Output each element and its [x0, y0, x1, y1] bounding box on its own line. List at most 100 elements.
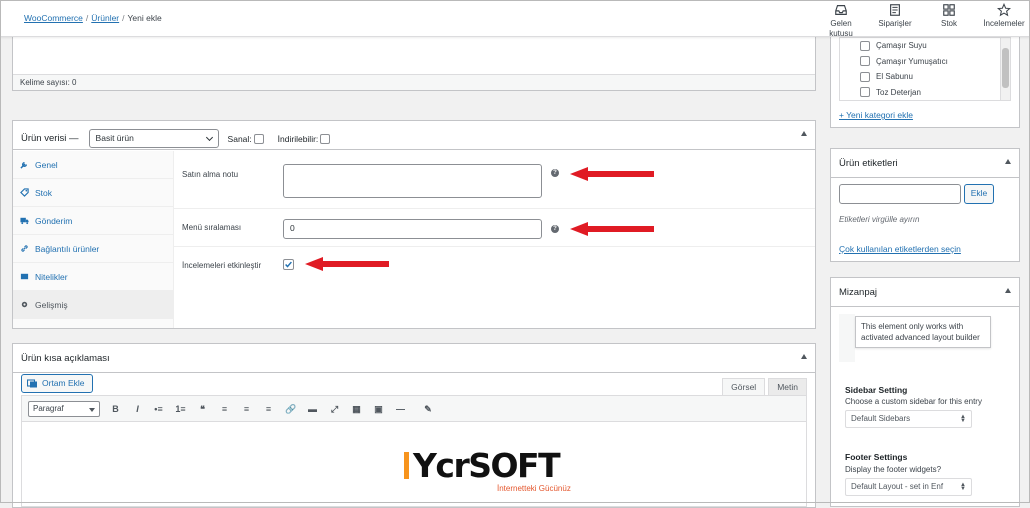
topnav-stock[interactable]: Stok	[926, 3, 972, 29]
align-left-icon[interactable]: ≡	[219, 404, 230, 415]
read-more-icon[interactable]: ▬	[307, 404, 318, 415]
category-checkbox[interactable]	[860, 71, 870, 82]
help-tip-icon[interactable]: ?	[551, 169, 559, 177]
italic-icon[interactable]: I	[132, 404, 143, 415]
layout-title: Mizanpaj	[839, 287, 878, 298]
tab-linked-products[interactable]: Bağlantılı ürünler	[13, 235, 173, 263]
truck-icon	[20, 217, 29, 225]
logo-bar	[404, 452, 409, 479]
category-list: Çamaşır Suyu Çamaşır Yumuşatıcı El Sabun…	[839, 37, 1011, 101]
product-type-select[interactable]: Basit ürün	[88, 129, 219, 148]
image-icon[interactable]: ▣	[373, 404, 384, 415]
category-label: Çamaşır Yumuşatıcı	[876, 56, 948, 66]
downloadable-label: İndirilebilir:	[277, 133, 319, 144]
add-media-label: Ortam Ekle	[42, 378, 85, 388]
magic-wand-icon[interactable]: ✎	[417, 404, 439, 415]
scroll-thumb[interactable]	[1002, 48, 1009, 88]
purchase-note-row: Satın alma notu ?	[174, 151, 815, 209]
tab-visual[interactable]: Görsel	[722, 378, 766, 395]
short-description-title: Ürün kısa açıklaması	[21, 353, 110, 364]
tab-shipping[interactable]: Gönderim	[13, 207, 173, 235]
red-arrow-icon	[570, 167, 654, 181]
breadcrumb-woocommerce-link[interactable]: WooCommerce	[24, 13, 83, 23]
red-arrow-icon	[570, 222, 654, 236]
gear-icon	[21, 301, 28, 308]
categories-panel: Çamaşır Suyu Çamaşır Yumuşatıcı El Sabun…	[830, 37, 1020, 128]
editor-toolbar: Paragraf B I •≡ 1≡ ❝ ≡ ≡ ≡ 🔗 ▬ ⤢ ▦ ▣ — ✎	[21, 395, 807, 422]
inbox-icon	[835, 5, 847, 15]
toolbar-toggle-icon[interactable]: ▦	[351, 404, 362, 415]
tab-advanced[interactable]: Gelişmiş	[13, 291, 173, 319]
topnav-inbox[interactable]: Gelen kutusu	[818, 3, 864, 39]
tab-attributes[interactable]: Nitelikler	[13, 263, 173, 291]
format-select[interactable]: Paragraf	[28, 401, 100, 417]
updown-icon: ▲ ▼	[960, 414, 966, 424]
panel-toggle-icon[interactable]	[1005, 288, 1011, 293]
category-label: Çamaşır Suyu	[876, 41, 927, 51]
panel-toggle-icon[interactable]	[1005, 159, 1011, 164]
breadcrumb-products-link[interactable]: Ürünler	[91, 13, 119, 23]
breadcrumb-separator: /	[85, 13, 89, 23]
reviews-checkbox[interactable]	[283, 259, 294, 270]
topnav-orders-label: Siparişler	[878, 19, 912, 28]
tab-shipping-label: Gönderim	[35, 215, 73, 226]
footer-select[interactable]: Default Layout - set in Enf ▲ ▼	[845, 478, 972, 496]
virtual-checkbox[interactable]	[253, 133, 264, 144]
category-checkbox[interactable]	[860, 87, 870, 98]
category-checkbox[interactable]	[860, 56, 870, 67]
blockquote-icon[interactable]: ❝	[197, 404, 208, 415]
layout-header: Mizanpaj	[831, 278, 1019, 307]
reviews-row: İncelemeleri etkinleştir	[174, 247, 815, 285]
topnav-orders[interactable]: Siparişler	[872, 3, 918, 29]
tag-icon	[20, 188, 29, 197]
horizontal-line-icon[interactable]: —	[395, 404, 406, 415]
list-item[interactable]: El Sabunu	[840, 69, 1010, 85]
link-icon[interactable]: 🔗	[285, 404, 296, 415]
ycrsoft-logo: YcrSOFT İnternetteki Gücünüz	[404, 446, 584, 499]
list-item[interactable]: Çamaşır Yumuşatıcı	[840, 54, 1010, 70]
align-right-icon[interactable]: ≡	[263, 404, 274, 415]
add-category-link[interactable]: + Yeni kategori ekle	[839, 110, 913, 120]
tab-general[interactable]: Genel	[13, 151, 173, 179]
product-data-panel: Ürün verisi — Basit ürün Sanal: İndirile…	[12, 120, 816, 329]
tab-attributes-label: Nitelikler	[35, 271, 68, 282]
product-data-title: Ürün verisi —	[21, 133, 79, 144]
downloadable-checkbox[interactable]	[320, 133, 331, 144]
add-tag-button[interactable]: Ekle	[964, 184, 994, 204]
virtual-option: Sanal:	[228, 133, 264, 144]
tab-advanced-label: Gelişmiş	[35, 299, 68, 310]
breadcrumb-separator: /	[122, 13, 125, 23]
fullscreen-icon[interactable]: ⤢	[329, 404, 340, 415]
help-tip-icon[interactable]: ?	[551, 225, 559, 233]
numbered-list-icon[interactable]: 1≡	[175, 404, 186, 415]
bold-icon[interactable]: B	[110, 404, 121, 415]
menu-order-row: Menü sıralaması 0 ?	[174, 209, 815, 247]
editor-mode-tabs: Görsel Metin	[719, 378, 807, 395]
topnav-inbox-label: Gelen kutusu	[829, 19, 853, 38]
bullet-list-icon[interactable]: •≡	[153, 404, 164, 415]
purchase-note-textarea[interactable]	[283, 164, 542, 198]
sidebar-select[interactable]: Default Sidebars ▲ ▼	[845, 410, 972, 428]
category-checkbox[interactable]	[860, 40, 870, 51]
tag-input[interactable]	[839, 184, 961, 204]
panel-toggle-icon[interactable]	[801, 354, 807, 359]
category-label: El Sabunu	[876, 72, 913, 82]
tags-hint: Etiketleri virgülle ayırın	[839, 215, 920, 224]
footer-select-value: Default Layout - set in Enf	[851, 482, 944, 491]
product-data-tabs: Genel Stok Gönderim Bağlantılı ürünler N…	[13, 151, 174, 328]
product-type-value: Basit ürün	[95, 133, 134, 143]
list-item[interactable]: Toz Deterjan	[840, 85, 1010, 101]
category-scrollbar[interactable]	[1000, 38, 1010, 100]
tab-inventory[interactable]: Stok	[13, 179, 173, 207]
tab-text[interactable]: Metin	[768, 378, 807, 395]
menu-order-input[interactable]: 0	[283, 219, 542, 239]
topnav-reviews[interactable]: İncelemeler	[978, 3, 1030, 29]
add-media-button[interactable]: Ortam Ekle	[21, 374, 93, 393]
reviews-label: İncelemeleri etkinleştir	[182, 261, 262, 270]
list-item[interactable]: Çamaşır Suyu	[840, 38, 1010, 54]
checkmark-icon	[285, 261, 292, 268]
popular-tags-link[interactable]: Çok kullanılan etiketlerden seçin	[839, 244, 961, 254]
align-center-icon[interactable]: ≡	[241, 404, 252, 415]
short-description-header: Ürün kısa açıklaması	[13, 344, 815, 373]
panel-toggle-icon[interactable]	[801, 131, 807, 136]
